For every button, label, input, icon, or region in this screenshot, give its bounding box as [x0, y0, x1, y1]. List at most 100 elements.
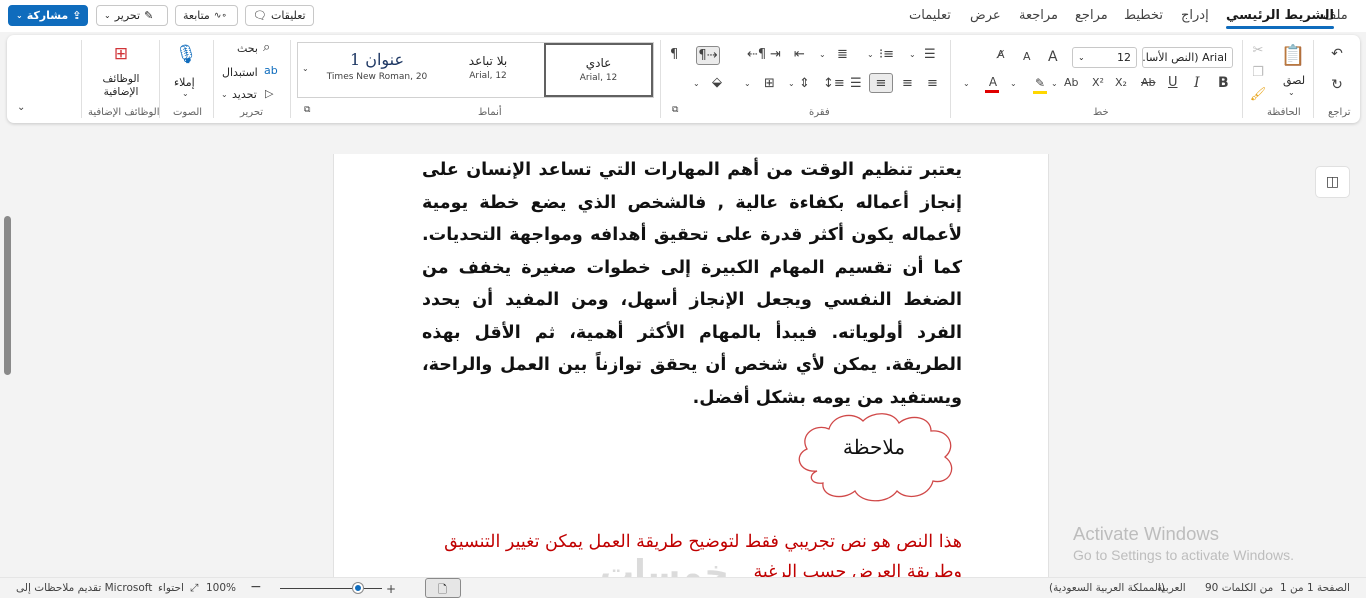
chevron-down-icon[interactable]: ⌄ [221, 91, 228, 99]
divider [290, 40, 291, 118]
cloud-label: ملاحظة [842, 435, 906, 459]
show-formatting-icon[interactable]: ¶ [670, 48, 678, 61]
styles-launcher-icon[interactable]: ⧉ [304, 106, 310, 115]
bullets-icon[interactable]: ☰ [924, 48, 936, 61]
zoom-slider[interactable] [280, 588, 382, 589]
align-left-icon[interactable]: ≡ [869, 73, 893, 93]
chevron-down-icon[interactable]: ⌄ [182, 90, 189, 98]
editing-group-label: تحرير [240, 107, 264, 118]
feedback-link[interactable]: تقديم ملاحظات إلى Microsoft [16, 582, 152, 594]
tab-insert[interactable]: إدراج [1181, 8, 1209, 23]
borders-icon[interactable]: ⊞ [764, 77, 775, 90]
italic-icon[interactable]: I [1194, 76, 1200, 90]
styles-group-label: أنماط [478, 107, 502, 118]
side-panel-button[interactable]: ◫ [1315, 166, 1350, 198]
style-no-spacing[interactable]: بلا تباعد Arial, 12 [436, 43, 540, 97]
dictate-button[interactable]: إملاء [174, 76, 195, 89]
shrink-font-icon[interactable]: A [1023, 51, 1031, 62]
font-color-swatch [985, 90, 999, 93]
zoom-out-icon[interactable]: − [250, 579, 262, 595]
highlight-icon[interactable]: ✎ [1033, 75, 1047, 91]
ltr-paragraph-icon[interactable]: ¶⇢ [696, 46, 720, 65]
chevron-down-icon[interactable]: ⌄ [1051, 80, 1058, 88]
tab-layout[interactable]: تخطيط [1124, 8, 1163, 23]
chevron-down-icon[interactable]: ⌄ [867, 51, 874, 59]
chevron-down-icon[interactable]: ⌄ [963, 80, 970, 88]
page-count[interactable]: الصفحة 1 من 1 [1280, 582, 1350, 594]
decrease-indent-icon[interactable]: ⇤ [794, 48, 805, 61]
activate-windows-subtitle: Go to Settings to activate Windows. [1073, 547, 1294, 563]
paragraph-group-label: فقرة [809, 107, 830, 118]
body-paragraph[interactable]: يعتبر تنظيم الوقت من أهم المهارات التي ت… [422, 154, 962, 414]
comments-button[interactable]: 🗨 تعليقات [245, 5, 314, 26]
chevron-down-icon[interactable]: ⌄ [693, 80, 700, 88]
chevron-down-icon[interactable]: ⌄ [744, 80, 751, 88]
chevron-down-icon[interactable]: ⌄ [302, 65, 309, 73]
edit-mode-button[interactable]: ⌄ تحرير ✎ [96, 5, 168, 26]
microphone-icon[interactable]: 🎙 [175, 43, 198, 67]
add-ins-button[interactable]: الوظائف الإضافية [91, 73, 151, 99]
format-painter-icon[interactable]: 🖌 [1250, 87, 1267, 101]
shading-icon[interactable]: ⬙ [712, 76, 722, 89]
zoom-level[interactable]: 100% [206, 582, 236, 594]
bold-icon[interactable]: B [1218, 76, 1229, 90]
word-count[interactable]: 90 من الكلمات [1205, 582, 1273, 594]
tab-home[interactable]: الشريط الرئيسي [1226, 8, 1334, 29]
underline-icon[interactable]: U [1168, 76, 1178, 89]
numbering-icon[interactable]: ⁝≡ [879, 48, 894, 61]
paragraph-spacing-icon[interactable]: ⇕ [799, 77, 810, 90]
chevron-down-icon[interactable]: ⌄ [909, 51, 916, 59]
change-case-icon[interactable]: Ab [1064, 77, 1079, 88]
clear-format-icon[interactable]: A̸ [997, 49, 1005, 60]
multilevel-list-icon[interactable]: ≣ [837, 48, 848, 61]
style-normal[interactable]: عادي Arial, 12 [544, 43, 653, 97]
chevron-down-icon[interactable]: ⌄ [788, 80, 795, 88]
align-center-icon[interactable]: ≡ [902, 77, 913, 90]
document-page[interactable]: يعتبر تنظيم الوقت من أهم المهارات التي ت… [333, 154, 1049, 582]
align-right-icon[interactable]: ≡ [927, 77, 938, 90]
rtl-paragraph-icon[interactable]: ⇠¶ [747, 48, 766, 61]
tab-references[interactable]: مراجع [1075, 8, 1108, 23]
copy-icon: ❐ [1252, 64, 1264, 80]
fit-label[interactable]: احتواء [158, 582, 184, 594]
collapse-ribbon-icon[interactable]: ⌄ [17, 103, 25, 113]
fit-icon[interactable]: ⤢ [190, 582, 198, 595]
share-button[interactable]: ⌄ مشاركة ⇪ [8, 5, 88, 26]
divider [950, 40, 951, 118]
justify-icon[interactable]: ☰ [850, 77, 862, 90]
strikethrough-icon[interactable]: Ab [1141, 77, 1156, 88]
font-family-combo[interactable]: Arial (النص الأسا... [1142, 47, 1233, 68]
zoom-slider-thumb[interactable] [353, 583, 363, 593]
style-heading-1[interactable]: عنوان 1 Times New Roman, 20 [318, 43, 436, 97]
paste-button[interactable]: لصق [1283, 74, 1305, 87]
subscript-icon[interactable]: X₂ [1115, 77, 1127, 88]
tab-help[interactable]: تعليمات [909, 8, 951, 23]
find-button[interactable]: بحث [237, 42, 258, 55]
comment-icon: 🗨 [253, 9, 267, 22]
select-button[interactable]: تحديد [232, 88, 257, 101]
follow-button[interactable]: متابعة ∿∘ [175, 5, 238, 26]
redo-icon[interactable]: ↻ [1329, 77, 1345, 93]
line-spacing-icon[interactable]: ↕≡ [823, 77, 845, 90]
grow-font-icon[interactable]: A [1048, 50, 1058, 64]
tab-review[interactable]: مراجعة [1019, 8, 1058, 23]
chevron-down-icon[interactable]: ⌄ [819, 51, 826, 59]
paragraph-launcher-icon[interactable]: ⧉ [672, 106, 678, 115]
tab-view[interactable]: عرض [970, 8, 1001, 23]
zoom-in-icon[interactable]: + [386, 582, 396, 596]
divider [1242, 40, 1243, 118]
font-color-icon[interactable]: A [987, 75, 999, 89]
superscript-icon[interactable]: X² [1092, 77, 1104, 88]
undo-icon[interactable]: ↶ [1329, 46, 1345, 62]
chevron-down-icon[interactable]: ⌄ [1010, 80, 1017, 88]
highlight-color-swatch [1033, 91, 1047, 94]
print-layout-button[interactable]: 🗋 [425, 578, 461, 598]
increase-indent-icon[interactable]: ⇥ [770, 48, 781, 61]
replace-button[interactable]: استبدال [222, 66, 258, 79]
chevron-down-icon[interactable]: ⌄ [1288, 89, 1295, 97]
style-name: بلا تباعد [468, 54, 508, 68]
paste-icon[interactable]: 📋 [1279, 42, 1307, 68]
vertical-scrollbar[interactable] [4, 216, 11, 375]
font-size-combo[interactable]: ⌄ 12 [1072, 47, 1137, 68]
add-ins-icon[interactable]: ⊞ [111, 44, 131, 64]
